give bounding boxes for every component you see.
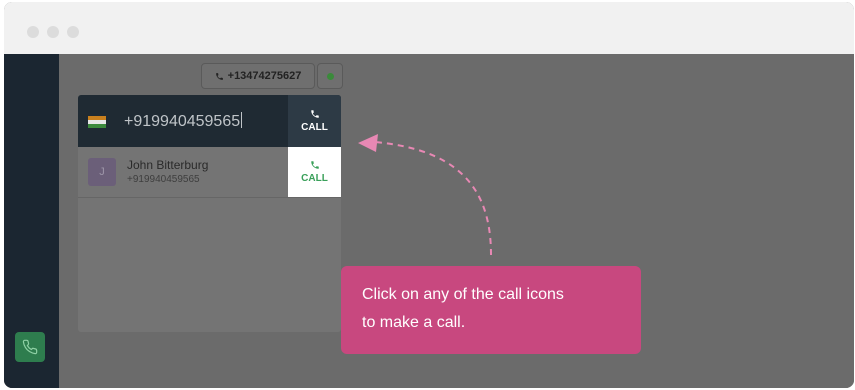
tooltip: Click on any of the call icons to make a… (341, 266, 641, 354)
tooltip-line-2: to make a call. (362, 314, 466, 331)
tooltip-line-1: Click on any of the call icons (362, 286, 564, 303)
